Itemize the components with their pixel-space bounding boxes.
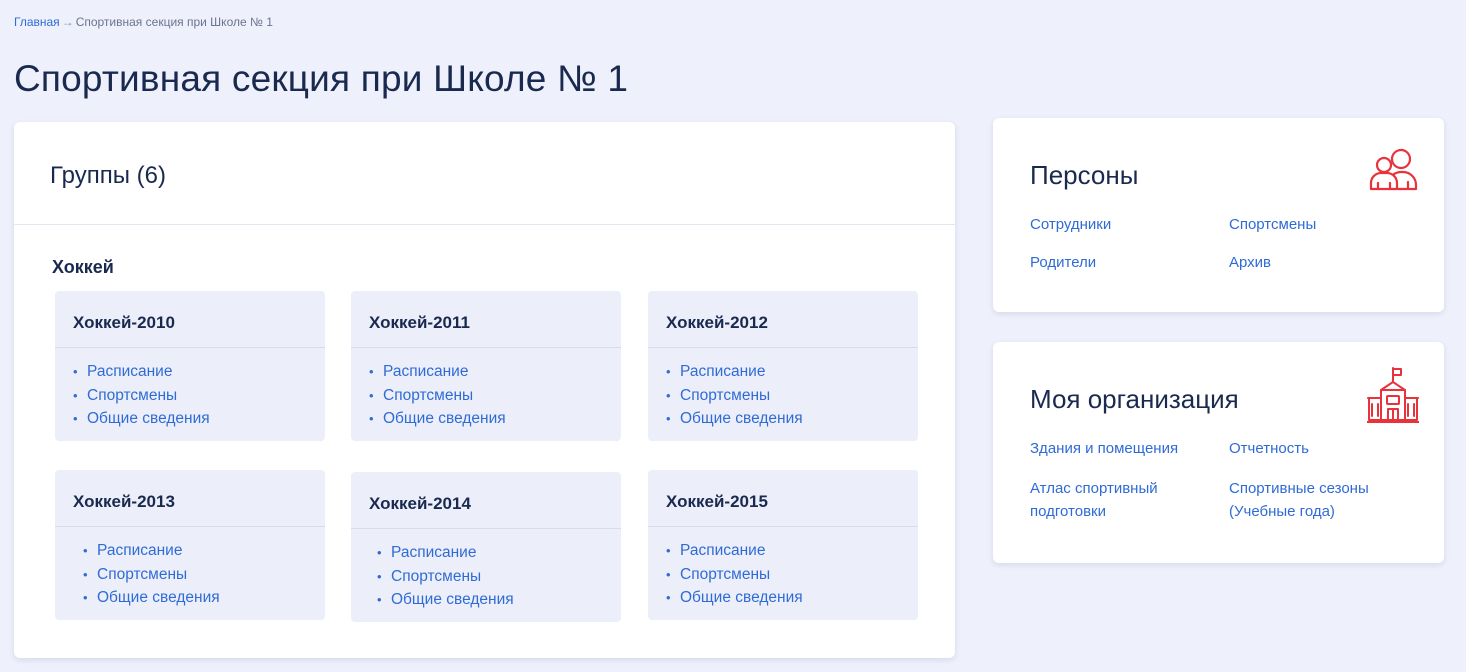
bullet-icon: • xyxy=(83,566,88,582)
group-title[interactable]: Хоккей-2011 xyxy=(369,313,470,333)
org-link-buildings[interactable]: Здания и помещения xyxy=(1030,437,1178,460)
group-link-general-info[interactable]: • Общие сведения xyxy=(666,586,918,610)
bullet-icon: • xyxy=(377,592,382,607)
group-card-hockey-2012: Хоккей-2012 • Расписание • Спортсмены • Общ… xyxy=(648,291,918,441)
org-link-reports[interactable]: Отчетность xyxy=(1229,437,1309,460)
persons-link-parents[interactable]: Родители xyxy=(1030,251,1096,274)
group-link-athletes[interactable]: • Спортсмены xyxy=(369,384,621,408)
group-title[interactable]: Хоккей-2013 xyxy=(73,492,175,512)
bullet-icon: • xyxy=(666,387,671,403)
bullet-icon: • xyxy=(369,411,374,426)
group-title[interactable]: Хоккей-2012 xyxy=(666,313,768,333)
group-link-schedule[interactable]: • Расписание xyxy=(83,539,325,563)
group-card-hockey-2011: Хоккей-2011 • Расписание • Спортсмены • Общ… xyxy=(351,291,621,441)
group-card-hockey-2015: Хоккей-2015 • Расписание • Спортсмены • Общ… xyxy=(648,470,918,620)
persons-link-archive[interactable]: Архив xyxy=(1229,251,1271,274)
bullet-icon: • xyxy=(83,590,88,605)
group-title[interactable]: Хоккей-2010 xyxy=(73,313,175,333)
bullet-icon: • xyxy=(369,387,374,403)
group-title[interactable]: Хоккей-2014 xyxy=(369,494,471,514)
persons-card: Персоны Сотрудники Спортсмены Родители А… xyxy=(993,118,1444,312)
bullet-icon: • xyxy=(73,411,78,426)
org-link-training-atlas[interactable]: Атлас спортивный подготовки xyxy=(1030,477,1200,523)
group-link-athletes[interactable]: • Спортсмены xyxy=(666,384,918,408)
persons-title: Персоны xyxy=(1030,160,1139,190)
group-link-athletes[interactable]: • Спортсмены xyxy=(666,563,918,587)
groups-card: Группы (6) Хоккей Хоккей-2010 • Расписани… xyxy=(14,122,955,658)
bullet-icon: • xyxy=(666,543,671,558)
group-link-schedule[interactable]: • Расписание xyxy=(377,541,621,565)
persons-link-staff[interactable]: Сотрудники xyxy=(1030,213,1111,236)
group-link-schedule[interactable]: • Расписание xyxy=(73,360,325,384)
school-building-icon xyxy=(1367,367,1419,423)
group-title[interactable]: Хоккей-2015 xyxy=(666,492,768,512)
breadcrumb: Главная → Спортивная секция при Школе № 1 xyxy=(14,15,273,29)
organization-title: Моя организация xyxy=(1030,384,1239,414)
group-link-general-info[interactable]: • Общие сведения xyxy=(377,588,621,612)
bullet-icon: • xyxy=(377,568,382,584)
breadcrumb-separator: → xyxy=(61,15,74,29)
breadcrumb-home-link[interactable]: Главная xyxy=(14,15,60,29)
group-card-hockey-2014: Хоккей-2014 • Расписание • Спортсмены • Общ… xyxy=(351,472,621,622)
group-link-schedule[interactable]: • Расписание xyxy=(666,360,918,384)
group-card-hockey-2010: Хоккей-2010 • Расписание • Спортсмены • Общ… xyxy=(55,291,325,441)
group-card-hockey-2013: Хоккей-2013 • Расписание • Спортсмены • Общ… xyxy=(55,470,325,620)
persons-icon xyxy=(1369,148,1418,191)
groups-card-header: Группы (6) xyxy=(14,122,955,225)
bullet-icon: • xyxy=(369,364,374,379)
org-link-sport-seasons[interactable]: Спортивные сезоны (Учебные года) xyxy=(1229,477,1419,523)
group-link-general-info[interactable]: • Общие сведения xyxy=(83,586,325,610)
group-link-schedule[interactable]: • Расписание xyxy=(369,360,621,384)
group-link-athletes[interactable]: • Спортсмены xyxy=(83,563,325,587)
group-link-athletes[interactable]: • Спортсмены xyxy=(73,384,325,408)
group-link-general-info[interactable]: • Общие сведения xyxy=(369,407,621,431)
breadcrumb-current: Спортивная секция при Школе № 1 xyxy=(75,15,273,29)
bullet-icon: • xyxy=(73,387,78,403)
bullet-icon: • xyxy=(666,566,671,582)
persons-link-athletes[interactable]: Спортсмены xyxy=(1229,213,1316,236)
bullet-icon: • xyxy=(666,590,671,605)
sport-title: Хоккей xyxy=(52,257,114,277)
group-link-athletes[interactable]: • Спортсмены xyxy=(377,565,621,589)
bullet-icon: • xyxy=(666,364,671,379)
group-link-general-info[interactable]: • Общие сведения xyxy=(666,407,918,431)
group-link-general-info[interactable]: • Общие сведения xyxy=(73,407,325,431)
groups-title: Группы (6) xyxy=(50,162,166,189)
bullet-icon: • xyxy=(377,545,382,560)
bullet-icon: • xyxy=(666,411,671,426)
organization-card: Моя организация Здания и помещения Отчет… xyxy=(993,342,1444,563)
bullet-icon: • xyxy=(83,543,88,558)
group-link-schedule[interactable]: • Расписание xyxy=(666,539,918,563)
page-title: Спортивная секция при Школе № 1 xyxy=(14,58,629,99)
bullet-icon: • xyxy=(73,364,78,379)
